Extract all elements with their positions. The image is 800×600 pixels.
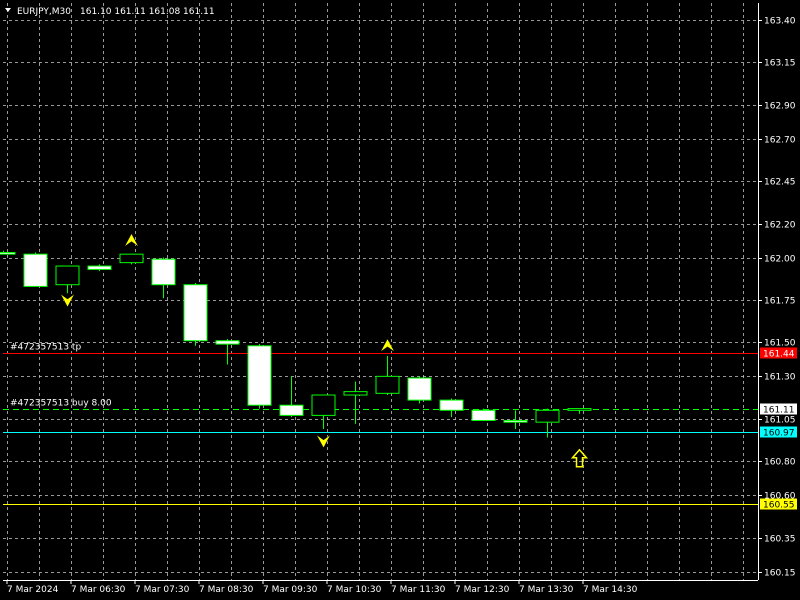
price-tag-text: 160.55: [763, 501, 795, 511]
candle-body-bear: [503, 419, 528, 423]
candle: [151, 257, 176, 299]
time-tick-label: 7 Mar 12:30: [455, 585, 510, 595]
candle-body-bear: [0, 251, 16, 255]
time-tick-label: 7 Mar 14:30: [583, 585, 638, 595]
candle-body-bull: [343, 391, 368, 396]
candle: [87, 264, 112, 272]
price-tag-text: 161.44: [763, 350, 795, 360]
candle: [407, 376, 432, 404]
price-tick-label: 162.20: [764, 221, 796, 231]
triangle-down-icon[interactable]: [5, 8, 11, 12]
candle: [567, 408, 592, 414]
price-tick-label: 163.15: [764, 59, 796, 69]
price-chart[interactable]: 163.40 163.15 162.90 162.70 162.45 162.20 162.…: [0, 0, 800, 600]
price-tick-label: 161.05: [764, 416, 796, 426]
candle: [279, 376, 304, 418]
price-tick-label: 163.40: [764, 17, 796, 27]
candle: [311, 394, 336, 429]
chart-grid: [3, 3, 758, 580]
chart-header: EURJPY,M30 161.10 161.11 161.08 161.11: [5, 7, 215, 17]
candle-body-bear: [151, 258, 176, 286]
bid-price-tag: 160.97: [760, 426, 797, 439]
yellow-price-tag: 160.55: [760, 498, 797, 511]
price-tick-label: 161.50: [764, 339, 796, 349]
candle-body-bull: [119, 253, 144, 264]
price-tick-label: 162.70: [764, 136, 796, 146]
time-tick-label: 7 Mar 09:30: [263, 585, 318, 595]
price-axis[interactable]: 163.40 163.15 162.90 162.70 162.45 162.20 162.…: [758, 17, 797, 579]
candle-body-bear: [23, 253, 48, 287]
chart-frame: [3, 3, 759, 581]
candle-body-bear: [183, 284, 208, 342]
fractal-down-arrow-icon: [316, 434, 331, 449]
time-tick-label: 7 Mar 10:30: [327, 585, 382, 595]
fractal-up-arrow-icon: [124, 233, 139, 247]
price-tick-label: 162.90: [764, 102, 796, 112]
candle: [215, 339, 240, 365]
candle-body-bear: [279, 404, 304, 416]
symbol-timeframe: EURJPY,M30: [17, 7, 71, 17]
time-tick-label: 7 Mar 07:30: [135, 585, 190, 595]
price-tick-label: 162.45: [764, 178, 796, 188]
buy-arrow-icon: [570, 448, 589, 468]
price-tick-label: 160.80: [764, 458, 796, 468]
time-tick-label: 7 Mar 08:30: [199, 585, 254, 595]
candle: [439, 398, 464, 418]
price-tick-label: 160.15: [764, 569, 796, 579]
price-tick-label: 162.00: [764, 255, 796, 265]
candle-body-bear: [471, 409, 496, 421]
candle: [183, 283, 208, 346]
candle: [23, 252, 48, 287]
candle: [119, 253, 144, 265]
candle-body-bull: [311, 394, 336, 416]
candle-body-bull: [55, 265, 80, 286]
fractal-down-arrow-icon: [60, 293, 75, 308]
candle: [55, 265, 80, 294]
tp-price-tag: 161.44: [760, 347, 797, 360]
price-tick-label: 161.30: [764, 373, 796, 383]
candle-body-bull: [375, 375, 400, 394]
candle-body-bull: [567, 408, 592, 411]
candle: [343, 381, 368, 424]
signal-arrows: [60, 233, 589, 468]
candle-body-bull: [535, 409, 560, 423]
candle: [247, 344, 272, 409]
price-tag-text: 160.97: [763, 429, 795, 439]
price-tag-text: 161.11: [763, 406, 795, 416]
buy-order-label: #472357513 buy 8.00: [10, 399, 112, 409]
time-tick-label: 7 Mar 2024: [7, 585, 59, 595]
order-labels: #472357513 tp #472357513 buy 8.00: [10, 343, 112, 409]
candle: [471, 408, 496, 421]
candle-body-bear: [247, 345, 272, 406]
candle: [375, 355, 400, 396]
fractal-up-arrow-icon: [380, 338, 395, 353]
time-tick-label: 7 Mar 06:30: [71, 585, 126, 595]
entry-price-tag: 161.11: [760, 403, 797, 416]
time-axis[interactable]: 7 Mar 2024 7 Mar 06:30 7 Mar 07:30 7 Mar 08…: [6, 580, 638, 595]
candle: [535, 408, 560, 438]
ohlc-values: 161.10 161.11 161.08 161.11: [80, 7, 215, 17]
time-tick-label: 7 Mar 13:30: [519, 585, 574, 595]
candle-body-bear: [215, 340, 240, 345]
time-tick-label: 7 Mar 11:30: [391, 585, 446, 595]
tp-order-label: #472357513 tp: [10, 343, 81, 353]
candle-body-bear: [407, 377, 432, 401]
price-tick-label: 161.75: [764, 297, 796, 307]
candle-body-bear: [87, 265, 112, 270]
price-tick-label: 160.35: [764, 535, 796, 545]
candle-body-bear: [439, 399, 464, 411]
